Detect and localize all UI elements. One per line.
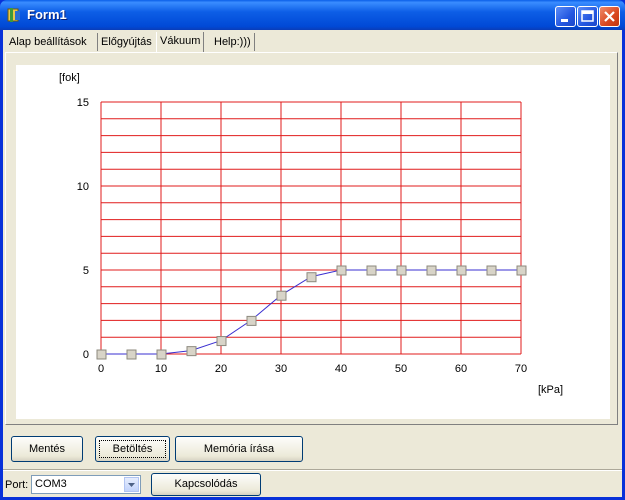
vacuum-chart[interactable]: 0 5 10 15 0 10 20 30 40 50 60 70 [fok] [kPa] [16, 65, 610, 419]
x-tick-label: 0 [98, 363, 104, 375]
tab-label: Alap beállítások [9, 36, 87, 48]
separator [3, 469, 622, 471]
x-tick-label: 70 [515, 363, 527, 375]
tab-help[interactable]: Help:))) [211, 33, 255, 51]
data-point-handle[interactable] [216, 336, 227, 347]
close-button[interactable] [599, 6, 620, 27]
window-title: Form1 [27, 7, 67, 22]
title-bar[interactable]: Form1 [0, 0, 625, 30]
port-value: COM3 [35, 478, 67, 490]
app-window: Form1 Alap beállítások Előgyújtás Vákuum… [0, 0, 625, 500]
tab-panel-vakuum: 0 5 10 15 0 10 20 30 40 50 60 70 [fok] [kPa] [5, 52, 618, 425]
tab-elogyujtas[interactable]: Előgyújtás [97, 33, 155, 51]
load-button[interactable]: Betöltés [95, 436, 170, 462]
x-tick-label: 60 [455, 363, 467, 375]
write-memory-button[interactable]: Memória írása [175, 436, 303, 462]
x-tick-label: 10 [155, 363, 167, 375]
data-point-handle[interactable] [186, 346, 197, 357]
tab-alap-beallitasok[interactable]: Alap beállítások [6, 33, 90, 51]
tab-vakuum[interactable]: Vákuum [156, 32, 205, 52]
series-line [101, 269, 521, 355]
y-tick-label: 5 [83, 265, 89, 277]
data-point-handle[interactable] [126, 349, 137, 360]
y-tick-label: 15 [77, 97, 89, 109]
data-point-handle[interactable] [156, 349, 167, 360]
save-button[interactable]: Mentés [11, 436, 83, 462]
data-point-handle[interactable] [456, 265, 467, 276]
y-tick-label: 10 [77, 181, 89, 193]
y-tick-label: 0 [83, 349, 89, 361]
data-point-handle[interactable] [396, 265, 407, 276]
tab-label: Vákuum [160, 35, 201, 47]
port-label: Port: [5, 479, 29, 491]
data-point-handle[interactable] [96, 349, 107, 360]
client-area: Alap beállítások Előgyújtás Vákuum Help:… [3, 30, 622, 497]
data-point-handle[interactable] [366, 265, 377, 276]
y-axis-label: [fok] [59, 72, 80, 84]
data-point-handle[interactable] [516, 265, 527, 276]
dropdown-button[interactable] [124, 477, 139, 492]
maximize-button[interactable] [577, 6, 598, 27]
tab-label: Help:))) [214, 36, 251, 48]
close-icon [604, 11, 615, 22]
data-point-handle[interactable] [246, 315, 257, 326]
x-tick-label: 40 [335, 363, 347, 375]
data-point-handle[interactable] [276, 290, 287, 301]
port-select[interactable]: COM3 [31, 475, 141, 494]
minimize-button[interactable] [555, 6, 576, 27]
data-point-handle[interactable] [426, 265, 437, 276]
x-axis-label: [kPa] [538, 384, 563, 396]
minimize-icon [561, 19, 568, 22]
data-point-handle[interactable] [486, 265, 497, 276]
x-tick-label: 50 [395, 363, 407, 375]
chevron-down-icon [128, 483, 135, 487]
app-icon [6, 7, 22, 23]
tab-label: Előgyújtás [101, 36, 152, 48]
x-tick-label: 30 [275, 363, 287, 375]
x-tick-label: 20 [215, 363, 227, 375]
chart-area: 0 5 10 15 0 10 20 30 40 50 60 70 [fok] [kPa] [16, 65, 610, 419]
data-point-handle[interactable] [336, 265, 347, 276]
connect-button[interactable]: Kapcsolódás [151, 473, 261, 496]
data-point-handle[interactable] [306, 272, 317, 283]
